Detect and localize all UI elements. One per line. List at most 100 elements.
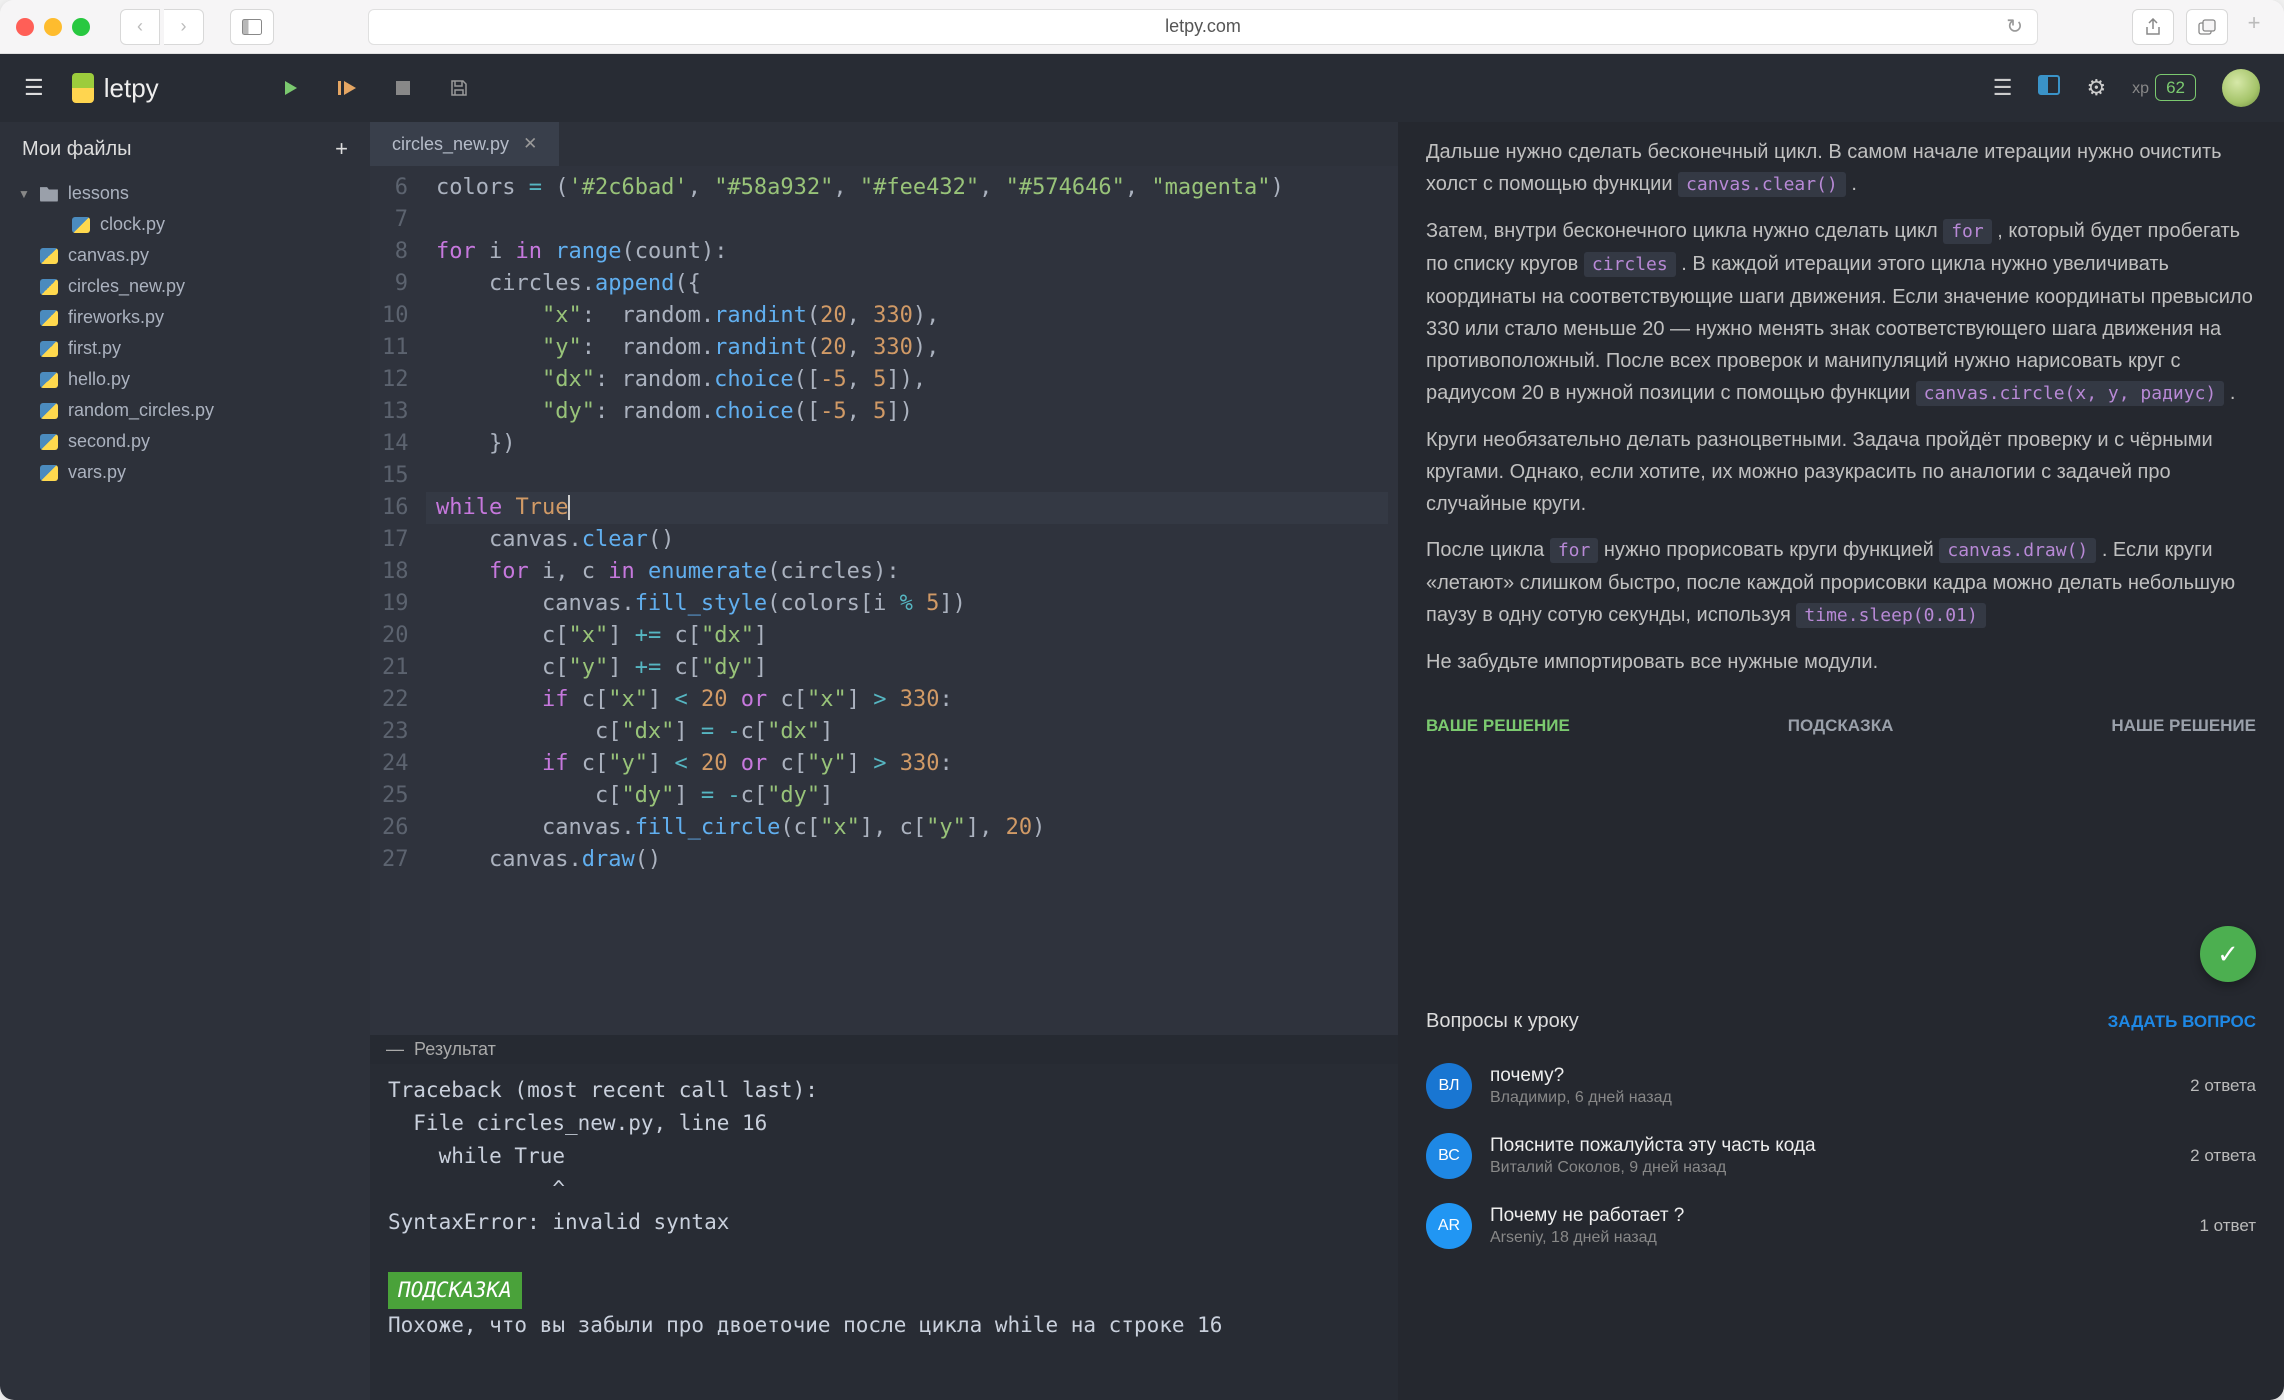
solution-tabs: ВАШЕ РЕШЕНИЕ ПОДСКАЗКА НАШЕ РЕШЕНИЕ (1398, 706, 2284, 756)
step-button[interactable] (335, 76, 359, 100)
logo[interactable]: letpy (72, 73, 159, 104)
tree-file[interactable]: vars.py (0, 457, 370, 488)
python-file-icon (40, 248, 58, 264)
book-icon[interactable] (2038, 75, 2060, 101)
user-avatar[interactable] (2222, 69, 2260, 107)
sidebar-toggle-button[interactable] (230, 9, 274, 45)
python-file-icon (40, 434, 58, 450)
submit-fab[interactable]: ✓ (2200, 926, 2256, 982)
code-chip: canvas.draw() (1939, 538, 2096, 563)
question-subject: Почему не работает ? (1490, 1205, 2181, 1227)
questions-title: Вопросы к уроку (1426, 1010, 1579, 1033)
tree-file[interactable]: fireworks.py (0, 302, 370, 333)
tree-file[interactable]: first.py (0, 333, 370, 364)
url-bar[interactable]: letpy.com ↻ (368, 9, 2038, 45)
hint-tab[interactable]: ПОДСКАЗКА (1788, 716, 1894, 736)
tree-file[interactable]: circles_new.py (0, 271, 370, 302)
console-output: Traceback (most recent call last): File … (370, 1064, 1398, 1400)
window-controls (16, 18, 90, 36)
python-file-icon (40, 310, 58, 326)
tab-filename: circles_new.py (392, 134, 509, 155)
brand-name: letpy (104, 73, 159, 104)
run-button[interactable] (279, 76, 303, 100)
question-meta: Arseniy, 18 дней назад (1490, 1229, 2181, 1247)
file-name: clock.py (100, 214, 165, 235)
code-chip: for (1550, 538, 1599, 563)
close-tab-icon[interactable]: ✕ (523, 134, 537, 154)
tree-file[interactable]: canvas.py (0, 240, 370, 271)
result-label: Результат (414, 1039, 496, 1060)
settings-icon[interactable]: ⚙ (2086, 75, 2106, 101)
stop-button[interactable] (391, 76, 415, 100)
our-solution-tab[interactable]: НАШЕ РЕШЕНИЕ (2111, 716, 2256, 736)
code-chip: time.sleep(0.01) (1796, 603, 1985, 628)
folder-icon (40, 186, 58, 202)
new-file-icon[interactable]: + (335, 136, 348, 162)
tree-file[interactable]: hello.py (0, 364, 370, 395)
folder-name: lessons (68, 183, 129, 204)
close-window-icon[interactable] (16, 18, 34, 36)
file-name: first.py (68, 338, 121, 359)
tree-file[interactable]: second.py (0, 426, 370, 457)
question-subject: Поясните пожалуйста эту часть кода (1490, 1135, 2172, 1157)
ask-question-button[interactable]: ЗАДАТЬ ВОПРОС (2108, 1012, 2256, 1032)
question-avatar: AR (1426, 1203, 1472, 1249)
browser-titlebar: ‹ › letpy.com ↻ + (0, 0, 2284, 54)
code-body[interactable]: colors = ('#2c6bad', "#58a932", "#fee432… (426, 166, 1398, 1035)
question-item[interactable]: ВСПоясните пожалуйста эту часть кодаВита… (1426, 1121, 2256, 1191)
fullscreen-window-icon[interactable] (72, 18, 90, 36)
file-name: canvas.py (68, 245, 149, 266)
url-text: letpy.com (1165, 16, 1241, 37)
python-file-icon (40, 372, 58, 388)
new-tab-button[interactable]: + (2240, 9, 2268, 37)
file-name: second.py (68, 431, 150, 452)
question-answers: 2 ответа (2190, 1146, 2256, 1166)
hint-badge: ПОДСКАЗКА (388, 1272, 522, 1309)
your-solution-tab[interactable]: ВАШЕ РЕШЕНИЕ (1426, 716, 1570, 736)
file-tree: ▼ lessons clock.py canvas.py circles_new.… (0, 176, 370, 490)
code-chip: circles (1584, 252, 1676, 277)
xp-label: xp62 (2132, 78, 2196, 98)
result-bar[interactable]: — Результат (370, 1035, 1398, 1064)
tree-file[interactable]: random_circles.py (0, 395, 370, 426)
tree-file[interactable]: clock.py (0, 209, 370, 240)
list-icon[interactable]: ☰ (1993, 75, 2013, 101)
logo-icon (72, 73, 94, 103)
instruction-text: Дальше нужно сделать бесконечный цикл. В… (1398, 122, 2284, 706)
forward-button[interactable]: › (164, 9, 204, 45)
back-button[interactable]: ‹ (120, 9, 160, 45)
caret-down-icon: ▼ (18, 187, 30, 201)
reload-icon[interactable]: ↻ (2006, 14, 2023, 39)
collapse-icon[interactable]: — (386, 1039, 404, 1060)
editor-tab[interactable]: circles_new.py ✕ (370, 122, 559, 166)
line-gutter: 6789101112131415161718192021222324252627 (370, 166, 426, 1035)
code-chip: for (1943, 219, 1992, 244)
question-subject: почему? (1490, 1065, 2172, 1087)
questions-section: Вопросы к уроку ЗАДАТЬ ВОПРОС ВЛпочему?В… (1398, 1010, 2284, 1261)
question-answers: 1 ответ (2199, 1216, 2256, 1236)
python-file-icon (40, 403, 58, 419)
instruction-panel: Дальше нужно сделать бесконечный цикл. В… (1398, 122, 2284, 1400)
save-button[interactable] (447, 76, 471, 100)
editor-pane: circles_new.py ✕ 67891011121314151617181… (370, 122, 1398, 1400)
code-chip: canvas.circle(x, y, радиус) (1916, 381, 2225, 406)
file-name: random_circles.py (68, 400, 214, 421)
question-avatar: ВС (1426, 1133, 1472, 1179)
file-name: hello.py (68, 369, 130, 390)
file-panel-title: Мои файлы (22, 138, 132, 161)
tree-folder[interactable]: ▼ lessons (0, 178, 370, 209)
tabs-button[interactable] (2186, 9, 2228, 45)
share-button[interactable] (2132, 9, 2174, 45)
python-file-icon (40, 465, 58, 481)
minimize-window-icon[interactable] (44, 18, 62, 36)
file-name: fireworks.py (68, 307, 164, 328)
question-item[interactable]: AR Почему не работает ? Arseniy, 18 дней н… (1426, 1191, 2256, 1261)
file-panel: Мои файлы + ▼ lessons clock.py canvas.py… (0, 122, 370, 1400)
menu-icon[interactable]: ☰ (24, 75, 44, 101)
question-item[interactable]: ВЛпочему?Владимир, 6 дней назад2 ответа (1426, 1051, 2256, 1121)
python-file-icon (40, 279, 58, 295)
question-meta: Владимир, 6 дней назад (1490, 1089, 2172, 1107)
python-file-icon (72, 217, 90, 233)
question-answers: 2 ответа (2190, 1076, 2256, 1096)
code-editor[interactable]: 6789101112131415161718192021222324252627… (370, 166, 1398, 1035)
